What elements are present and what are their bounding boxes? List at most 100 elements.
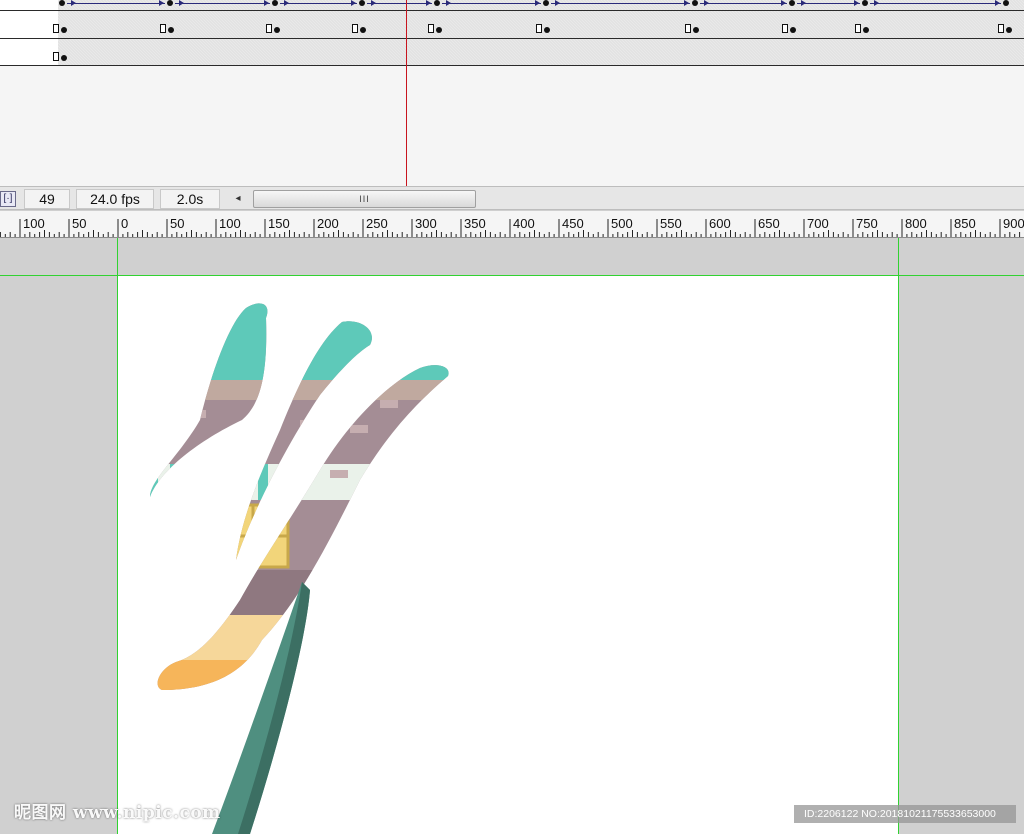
tween-arrow-icon[interactable]	[371, 0, 376, 6]
timeline-layer-row[interactable]	[0, 39, 1024, 66]
keyframe-dot[interactable]	[59, 0, 65, 6]
frame-end-marker[interactable]	[53, 52, 59, 61]
ruler-label: 800	[905, 216, 927, 231]
ruler-label: 600	[709, 216, 731, 231]
tween-arrow-icon[interactable]	[854, 0, 859, 6]
frame-end-marker[interactable]	[352, 24, 358, 33]
keyframe-dot[interactable]	[863, 27, 869, 33]
keyframe-dot[interactable]	[436, 27, 442, 33]
horizontal-ruler[interactable]: 100 50 0 50 100 150 200 250 300 350 400 450 500 550 60…	[0, 211, 1024, 238]
keyframe-dot[interactable]	[434, 0, 440, 6]
tween-line[interactable]	[870, 3, 1001, 4]
tween-line[interactable]	[797, 3, 860, 4]
keyframe-dot[interactable]	[862, 0, 868, 6]
layer-frames[interactable]	[58, 39, 1024, 65]
ruler-label: 0	[121, 216, 129, 231]
layer-frames[interactable]	[58, 0, 1024, 10]
watermark-id: ID:2206122 NO:20181021175533653000	[794, 805, 1016, 823]
keyframe-dot[interactable]	[274, 27, 280, 33]
timeline-layer-row[interactable]	[0, 11, 1024, 39]
tween-line[interactable]	[700, 3, 787, 4]
keyframe-dot[interactable]	[359, 0, 365, 6]
ruler-label: 650	[758, 216, 780, 231]
tween-arrow-icon[interactable]	[684, 0, 689, 6]
tween-line[interactable]	[67, 3, 165, 4]
tween-arrow-icon[interactable]	[874, 0, 879, 6]
ruler-label: 900	[1003, 216, 1024, 231]
tween-arrow-icon[interactable]	[71, 0, 76, 6]
ruler-label: 850	[954, 216, 976, 231]
frame-rate-field[interactable]: 24.0 fps	[76, 189, 154, 209]
tween-arrow-icon[interactable]	[446, 0, 451, 6]
tween-arrow-icon[interactable]	[426, 0, 431, 6]
frame-end-marker[interactable]	[160, 24, 166, 33]
guide-line-vertical[interactable]	[117, 238, 118, 834]
keyframe-dot[interactable]	[1006, 27, 1012, 33]
timeline-layer-row[interactable]	[0, 0, 1024, 11]
keyframe-dot[interactable]	[360, 27, 366, 33]
keyframe-dot[interactable]	[272, 0, 278, 6]
tween-arrow-icon[interactable]	[704, 0, 709, 6]
layer-label-cell[interactable]	[0, 39, 58, 65]
ruler-label: 350	[464, 216, 486, 231]
ruler-label: 250	[366, 216, 388, 231]
keyframe-dot[interactable]	[693, 27, 699, 33]
tween-line[interactable]	[442, 3, 541, 4]
pasteboard[interactable]	[0, 238, 1024, 834]
frame-end-marker[interactable]	[855, 24, 861, 33]
tween-arrow-icon[interactable]	[555, 0, 560, 6]
playhead[interactable]	[406, 0, 407, 186]
tween-line[interactable]	[551, 3, 690, 4]
frame-end-marker[interactable]	[428, 24, 434, 33]
ruler-label: 400	[513, 216, 535, 231]
tween-arrow-icon[interactable]	[781, 0, 786, 6]
tween-arrow-icon[interactable]	[264, 0, 269, 6]
frame-end-marker[interactable]	[266, 24, 272, 33]
ruler-labels: 100 50 0 50 100 150 200 250 300 350 400 450 500 550 60…	[0, 211, 1024, 237]
guide-line-vertical[interactable]	[898, 238, 899, 834]
frame-end-marker[interactable]	[998, 24, 1004, 33]
timeline-empty-area[interactable]	[0, 66, 1024, 186]
frame-end-marker[interactable]	[53, 24, 59, 33]
scroll-left-arrow-icon[interactable]: ◂	[230, 190, 246, 208]
frame-end-marker[interactable]	[782, 24, 788, 33]
keyframe-dot[interactable]	[543, 0, 549, 6]
timeline-panel[interactable]	[0, 0, 1024, 186]
center-frame-icon[interactable]: [·]	[0, 191, 16, 207]
watermark-logo: 昵图网 www.nipic.com	[14, 803, 221, 823]
tween-line[interactable]	[175, 3, 270, 4]
frame-end-marker[interactable]	[685, 24, 691, 33]
keyframe-dot[interactable]	[789, 0, 795, 6]
keyframe-dot[interactable]	[61, 27, 67, 33]
guide-line-horizontal[interactable]	[0, 275, 1024, 276]
timeline-scrollbar-thumb[interactable]: III	[253, 190, 476, 208]
tween-arrow-icon[interactable]	[535, 0, 540, 6]
ruler-label: 500	[611, 216, 633, 231]
ruler-label: 700	[807, 216, 829, 231]
flash-editor-window: [·] 49 24.0 fps 2.0s ◂ III 100 50 0 50 100 15…	[0, 0, 1024, 834]
keyframe-dot[interactable]	[692, 0, 698, 6]
current-frame-field[interactable]: 49	[24, 189, 70, 209]
ruler-label: 50	[170, 216, 185, 231]
ruler-label: 450	[562, 216, 584, 231]
frame-end-marker[interactable]	[536, 24, 542, 33]
tween-arrow-icon[interactable]	[284, 0, 289, 6]
layer-label-cell[interactable]	[0, 11, 58, 38]
calligraphy-stroke-artwork[interactable]	[118, 276, 898, 834]
layer-label-cell[interactable]	[0, 0, 58, 10]
keyframe-dot[interactable]	[168, 27, 174, 33]
stage-canvas[interactable]	[118, 276, 898, 834]
tween-line[interactable]	[280, 3, 357, 4]
tween-arrow-icon[interactable]	[995, 0, 1000, 6]
keyframe-dot[interactable]	[61, 55, 67, 61]
tween-arrow-icon[interactable]	[801, 0, 806, 6]
tween-arrow-icon[interactable]	[159, 0, 164, 6]
ruler-label: 100	[23, 216, 45, 231]
keyframe-dot[interactable]	[167, 0, 173, 6]
keyframe-dot[interactable]	[1003, 0, 1009, 6]
tween-line[interactable]	[367, 3, 432, 4]
keyframe-dot[interactable]	[790, 27, 796, 33]
tween-arrow-icon[interactable]	[179, 0, 184, 6]
keyframe-dot[interactable]	[544, 27, 550, 33]
tween-arrow-icon[interactable]	[351, 0, 356, 6]
